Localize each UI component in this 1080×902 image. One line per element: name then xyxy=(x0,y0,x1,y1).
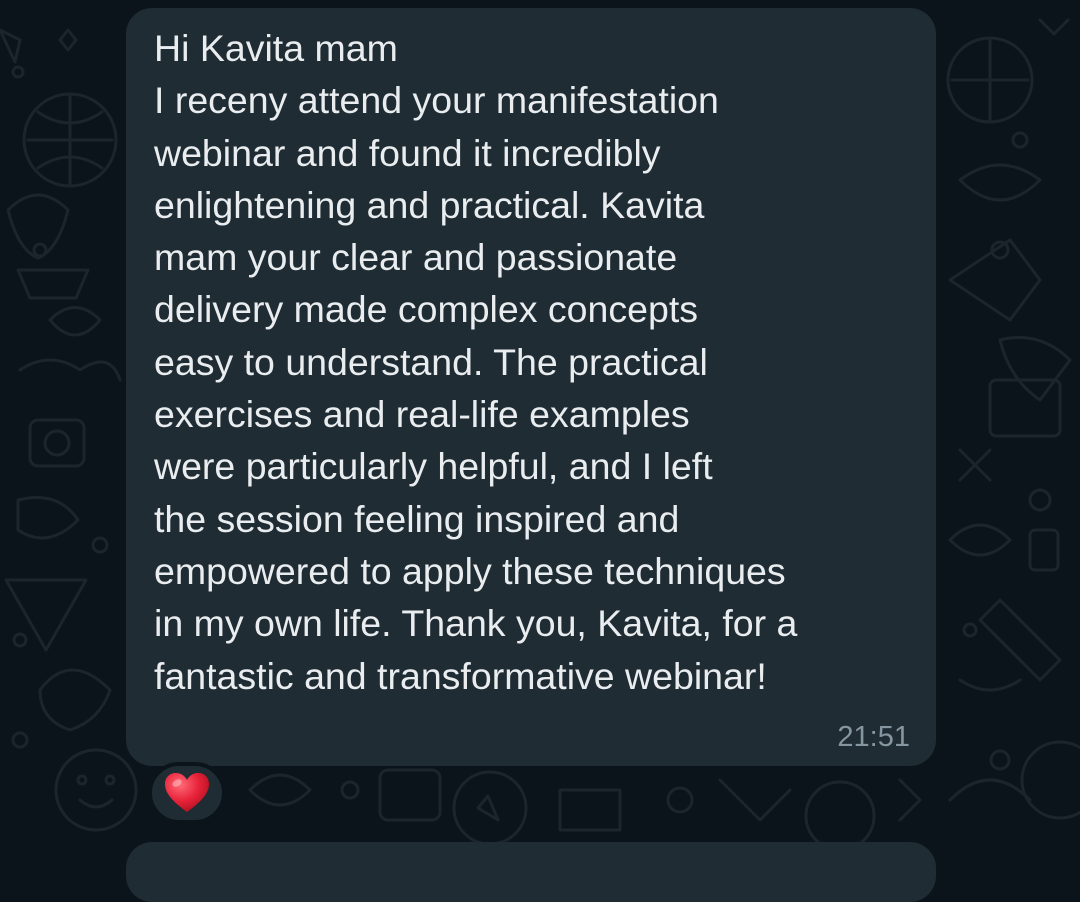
message-timestamp: 21:51 xyxy=(837,721,910,753)
red-heart-icon xyxy=(165,773,209,812)
message-text: Hi Kavita mam I receny attend your manif… xyxy=(154,27,798,697)
next-message-bubble[interactable] xyxy=(126,842,936,902)
incoming-message-bubble[interactable]: Hi Kavita mam I receny attend your manif… xyxy=(126,8,936,766)
message-reaction-chip[interactable] xyxy=(148,762,226,824)
